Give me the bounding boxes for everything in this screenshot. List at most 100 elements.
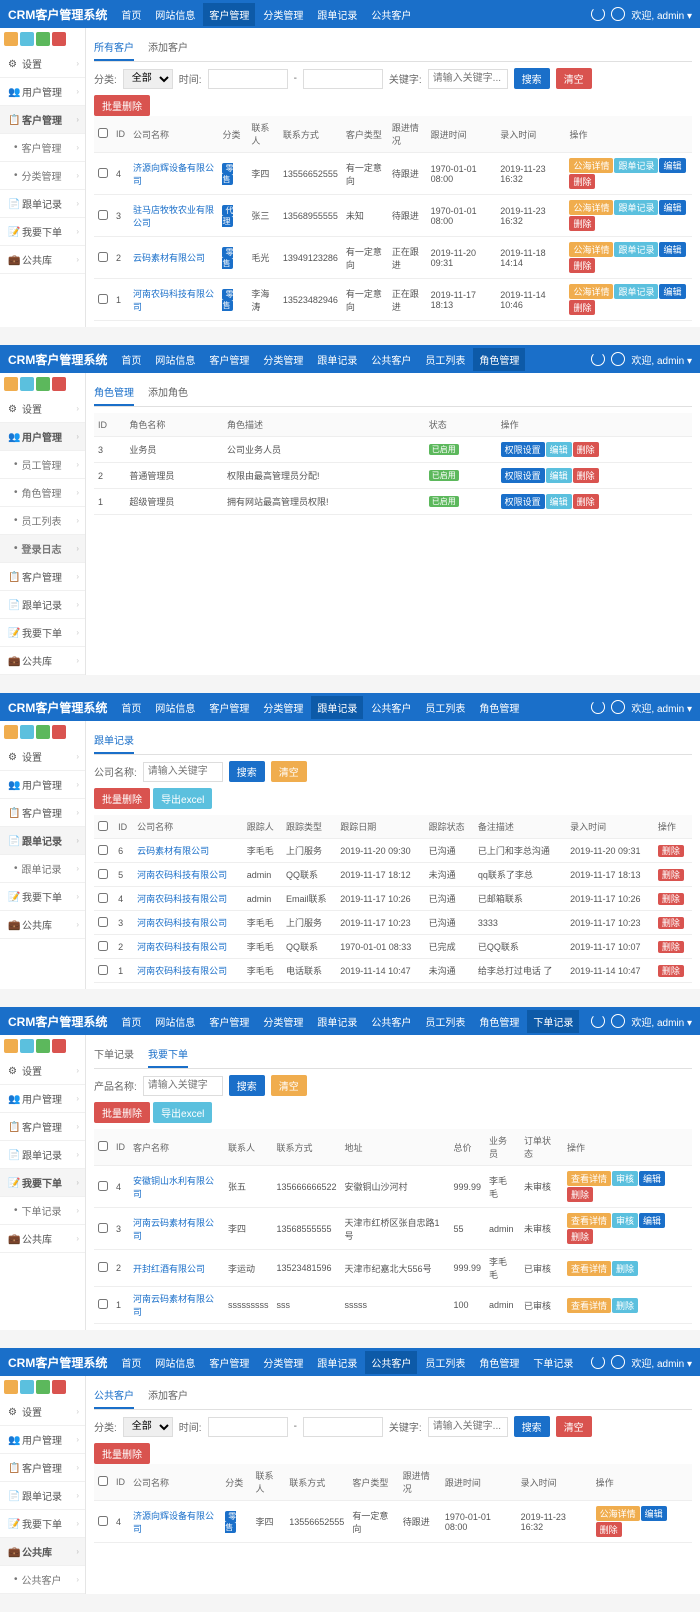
nav-item[interactable]: 首页 <box>121 352 141 367</box>
select-all-checkbox[interactable] <box>98 821 108 831</box>
nav-item[interactable]: 公共客户 <box>365 1351 417 1374</box>
sidebar-item[interactable]: 📋 客户管理 › <box>0 1454 85 1482</box>
nav-item[interactable]: 员工列表 <box>425 700 465 715</box>
export-button[interactable]: 导出excel <box>153 788 212 809</box>
tab[interactable]: 角色管理 <box>94 379 134 406</box>
company-link[interactable]: 河南农码科技有限公司 <box>137 870 227 880</box>
category-select[interactable]: 全部 <box>123 69 173 89</box>
op-btn[interactable]: 删除 <box>569 258 595 273</box>
nav-item[interactable]: 下单记录 <box>527 1010 579 1033</box>
nav-item[interactable]: 网站信息 <box>155 7 195 22</box>
op-btn[interactable]: 删除 <box>569 216 595 231</box>
op-btn[interactable]: 公海详情 <box>569 200 613 215</box>
sidebar-item[interactable]: • 下单记录 › <box>0 1197 85 1225</box>
company-link[interactable]: 河南农码科技有限公司 <box>137 942 227 952</box>
tool-btn[interactable] <box>4 32 18 46</box>
select-all-checkbox[interactable] <box>98 128 108 138</box>
tool-btn[interactable] <box>52 1039 66 1053</box>
batch-delete-button[interactable]: 批量删除 <box>94 788 150 809</box>
time-to-input[interactable] <box>303 69 383 89</box>
op-btn[interactable]: 权限设置 <box>501 494 545 509</box>
op-btn[interactable]: 删除 <box>573 442 599 457</box>
refresh-icon[interactable] <box>591 352 605 366</box>
nav-item[interactable]: 下单记录 <box>533 1355 573 1370</box>
avatar-icon[interactable] <box>611 352 625 366</box>
refresh-icon[interactable] <box>591 1355 605 1369</box>
sidebar-item[interactable]: • 公共客户 › <box>0 1566 85 1594</box>
sidebar-item[interactable]: 📄 跟单记录 › <box>0 827 85 855</box>
nav-item[interactable]: 员工列表 <box>425 1014 465 1029</box>
sidebar-item[interactable]: 📝 我要下单 › <box>0 218 85 246</box>
time-from-input[interactable] <box>208 1417 288 1437</box>
row-checkbox[interactable] <box>98 965 108 975</box>
op-btn[interactable]: 编辑 <box>659 242 685 257</box>
welcome-text[interactable]: 欢迎, admin ▾ <box>631 7 692 22</box>
nav-item[interactable]: 网站信息 <box>155 352 195 367</box>
row-checkbox[interactable] <box>98 168 108 178</box>
tool-btn[interactable] <box>20 32 34 46</box>
sidebar-item[interactable]: ⚙ 设置 › <box>0 1398 85 1426</box>
nav-item[interactable]: 首页 <box>121 1355 141 1370</box>
sidebar-item[interactable]: ⚙ 设置 › <box>0 743 85 771</box>
sidebar-item[interactable]: 📝 我要下单 › <box>0 1510 85 1538</box>
nav-item[interactable]: 跟单记录 <box>317 352 357 367</box>
row-checkbox[interactable] <box>98 1516 108 1526</box>
nav-item[interactable]: 客户管理 <box>209 1355 249 1370</box>
tab[interactable]: 所有客户 <box>94 34 134 61</box>
avatar-icon[interactable] <box>611 1014 625 1028</box>
sidebar-item[interactable]: 📋 客户管理 › <box>0 799 85 827</box>
op-btn[interactable]: 删除 <box>569 300 595 315</box>
avatar-icon[interactable] <box>611 7 625 21</box>
op-btn[interactable]: 查看详情 <box>567 1298 611 1313</box>
nav-item[interactable]: 网站信息 <box>155 1355 195 1370</box>
nav-item[interactable]: 首页 <box>121 7 141 22</box>
batch-delete-button[interactable]: 批量删除 <box>94 95 150 116</box>
nav-item[interactable]: 分类管理 <box>263 1355 303 1370</box>
op-btn[interactable]: 删除 <box>573 468 599 483</box>
op-btn[interactable]: 编辑 <box>659 200 685 215</box>
row-checkbox[interactable] <box>98 893 108 903</box>
tool-btn[interactable] <box>52 1380 66 1394</box>
export-button[interactable]: 导出excel <box>153 1102 212 1123</box>
tool-btn[interactable] <box>20 377 34 391</box>
company-link[interactable]: 云码素材有限公司 <box>133 253 205 263</box>
nav-item[interactable]: 角色管理 <box>479 1014 519 1029</box>
op-btn[interactable]: 跟单记录 <box>614 158 658 173</box>
row-checkbox[interactable] <box>98 869 108 879</box>
op-btn[interactable]: 权限设置 <box>501 468 545 483</box>
op-btn[interactable]: 编辑 <box>546 468 572 483</box>
sidebar-item[interactable]: 💼 公共库 › <box>0 911 85 939</box>
company-search-input[interactable] <box>143 762 223 782</box>
refresh-icon[interactable] <box>591 1014 605 1028</box>
sidebar-item[interactable]: 📝 我要下单 › <box>0 1169 85 1197</box>
row-checkbox[interactable] <box>98 294 108 304</box>
sidebar-item[interactable]: 📄 跟单记录 › <box>0 190 85 218</box>
delete-button[interactable]: 删除 <box>658 869 684 881</box>
sidebar-item[interactable]: 💼 公共库 › <box>0 647 85 675</box>
op-btn[interactable]: 删除 <box>573 494 599 509</box>
batch-delete-button[interactable]: 批量删除 <box>94 1102 150 1123</box>
avatar-icon[interactable] <box>611 700 625 714</box>
company-link[interactable]: 河南农码科技有限公司 <box>137 894 227 904</box>
sidebar-item[interactable]: 📋 客户管理 › <box>0 563 85 591</box>
op-btn[interactable]: 公海详情 <box>569 284 613 299</box>
avatar-icon[interactable] <box>611 1355 625 1369</box>
nav-item[interactable]: 跟单记录 <box>311 696 363 719</box>
nav-item[interactable]: 跟单记录 <box>317 7 357 22</box>
time-to-input[interactable] <box>303 1417 383 1437</box>
nav-item[interactable]: 公共客户 <box>371 1014 411 1029</box>
op-btn[interactable]: 编辑 <box>639 1171 665 1186</box>
op-btn[interactable]: 编辑 <box>639 1213 665 1228</box>
op-btn[interactable]: 跟单记录 <box>614 284 658 299</box>
op-btn[interactable]: 编辑 <box>659 284 685 299</box>
sidebar-item[interactable]: • 员工列表 › <box>0 507 85 535</box>
nav-item[interactable]: 客户管理 <box>203 3 255 26</box>
nav-item[interactable]: 公共客户 <box>371 700 411 715</box>
tool-btn[interactable] <box>4 377 18 391</box>
delete-button[interactable]: 删除 <box>658 941 684 953</box>
nav-item[interactable]: 首页 <box>121 700 141 715</box>
op-btn[interactable]: 查看详情 <box>567 1261 611 1276</box>
nav-item[interactable]: 分类管理 <box>263 352 303 367</box>
sidebar-item[interactable]: • 跟单记录 › <box>0 855 85 883</box>
row-checkbox[interactable] <box>98 1181 108 1191</box>
